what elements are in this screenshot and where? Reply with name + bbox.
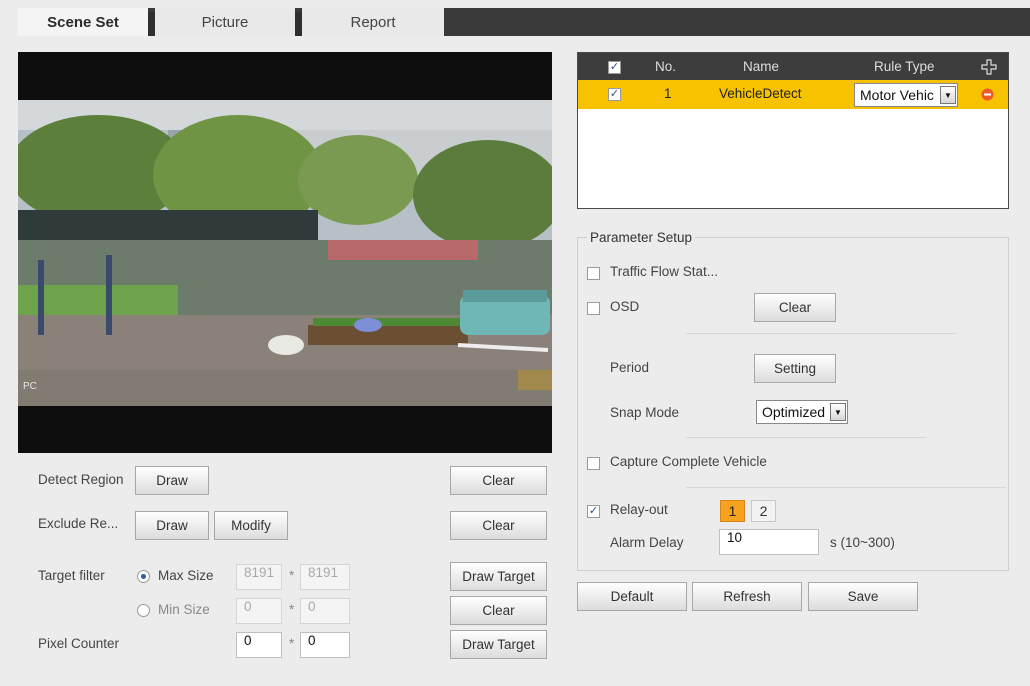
pixel-counter-label: Pixel Counter bbox=[38, 636, 120, 651]
exclude-region-draw-button[interactable]: Draw bbox=[135, 511, 209, 540]
select-all-checkbox[interactable]: ✓ bbox=[608, 61, 621, 74]
relay-out-checkbox[interactable]: ✓ bbox=[587, 505, 600, 518]
default-button[interactable]: Default bbox=[577, 582, 687, 611]
exclude-region-clear-button[interactable]: Clear bbox=[450, 511, 547, 540]
osd-checkbox[interactable] bbox=[587, 302, 600, 315]
exclude-region-label: Exclude Re... bbox=[38, 516, 119, 531]
tab-separator bbox=[295, 12, 302, 36]
max-size-height-input[interactable]: 8191 bbox=[300, 564, 350, 590]
alarm-delay-unit: s (10~300) bbox=[830, 535, 895, 550]
rule-enable-checkbox[interactable]: ✓ bbox=[608, 88, 621, 101]
table-row[interactable]: ✓ 1 VehicleDetect Motor Vehic ▼ bbox=[578, 80, 1008, 109]
alarm-delay-label: Alarm Delay bbox=[610, 535, 684, 550]
snap-mode-label: Snap Mode bbox=[610, 405, 680, 420]
tab-bar: Scene Set Picture Report bbox=[18, 8, 1030, 36]
min-size-width-input[interactable]: 0 bbox=[236, 598, 282, 624]
snap-mode-value: Optimized bbox=[762, 404, 826, 420]
rule-type-value: Motor Vehic bbox=[860, 87, 934, 103]
tab-scene-set[interactable]: Scene Set bbox=[18, 8, 148, 36]
max-size-separator: * bbox=[289, 568, 295, 583]
alarm-delay-input[interactable]: 10 bbox=[719, 529, 819, 555]
exclude-region-modify-button[interactable]: Modify bbox=[214, 511, 288, 540]
period-setting-button[interactable]: Setting bbox=[754, 354, 836, 383]
parameter-setup-panel: Parameter Setup Traffic Flow Stat... OSD… bbox=[577, 230, 1009, 571]
target-filter-label: Target filter bbox=[38, 568, 105, 583]
rule-number: 1 bbox=[664, 86, 672, 101]
tab-picture[interactable]: Picture bbox=[155, 8, 295, 36]
chevron-down-icon: ▼ bbox=[830, 403, 846, 421]
refresh-button[interactable]: Refresh bbox=[692, 582, 802, 611]
divider bbox=[686, 333, 956, 334]
min-size-label: Min Size bbox=[158, 602, 210, 617]
osd-clear-button[interactable]: Clear bbox=[754, 293, 836, 322]
osd-label: OSD bbox=[610, 299, 640, 314]
max-size-width-input[interactable]: 8191 bbox=[236, 564, 282, 590]
min-size-height-input[interactable]: 0 bbox=[300, 598, 350, 624]
tab-separator bbox=[148, 12, 155, 36]
tab-report[interactable]: Report bbox=[302, 8, 444, 36]
capture-complete-vehicle-label: Capture Complete Vehicle bbox=[610, 454, 767, 469]
video-channel-label: PC bbox=[23, 381, 37, 392]
max-size-radio[interactable] bbox=[137, 570, 150, 583]
rule-name[interactable]: VehicleDetect bbox=[719, 86, 802, 101]
add-rule-icon[interactable] bbox=[981, 59, 997, 75]
relay-out-option-1[interactable]: 1 bbox=[720, 500, 745, 522]
rule-table: ✓ No. Name Rule Type ✓ 1 VehicleDetect M… bbox=[577, 52, 1009, 209]
rule-table-header: ✓ No. Name Rule Type bbox=[578, 53, 1008, 80]
chevron-down-icon: ▼ bbox=[940, 86, 956, 104]
pixel-counter-height-input[interactable]: 0 bbox=[300, 632, 350, 658]
column-no: No. bbox=[655, 59, 677, 74]
column-rule-type: Rule Type bbox=[874, 59, 935, 74]
detect-region-label: Detect Region bbox=[38, 472, 124, 487]
traffic-flow-label: Traffic Flow Stat... bbox=[610, 264, 719, 279]
pixel-counter-separator: * bbox=[289, 636, 295, 651]
target-filter-draw-target-button[interactable]: Draw Target bbox=[450, 562, 547, 591]
min-size-radio[interactable] bbox=[137, 604, 150, 617]
divider bbox=[686, 487, 1006, 488]
save-button[interactable]: Save bbox=[808, 582, 918, 611]
scene-image bbox=[18, 100, 552, 406]
video-preview[interactable]: PC bbox=[18, 52, 552, 453]
rule-type-select[interactable]: Motor Vehic ▼ bbox=[854, 83, 958, 107]
detect-region-clear-button[interactable]: Clear bbox=[450, 466, 547, 495]
delete-rule-icon[interactable] bbox=[981, 88, 994, 101]
traffic-flow-checkbox[interactable] bbox=[587, 267, 600, 280]
snap-mode-select[interactable]: Optimized ▼ bbox=[756, 400, 848, 424]
parameter-setup-legend: Parameter Setup bbox=[587, 230, 696, 245]
relay-out-label: Relay-out bbox=[610, 502, 668, 517]
column-name: Name bbox=[743, 59, 780, 74]
divider bbox=[686, 437, 926, 438]
pixel-counter-draw-target-button[interactable]: Draw Target bbox=[450, 630, 547, 659]
period-label: Period bbox=[610, 360, 650, 375]
relay-out-option-2[interactable]: 2 bbox=[751, 500, 776, 522]
max-size-label: Max Size bbox=[158, 568, 214, 583]
target-filter-clear-button[interactable]: Clear bbox=[450, 596, 547, 625]
pixel-counter-width-input[interactable]: 0 bbox=[236, 632, 282, 658]
capture-complete-vehicle-checkbox[interactable] bbox=[587, 457, 600, 470]
detect-region-draw-button[interactable]: Draw bbox=[135, 466, 209, 495]
min-size-separator: * bbox=[289, 602, 295, 617]
